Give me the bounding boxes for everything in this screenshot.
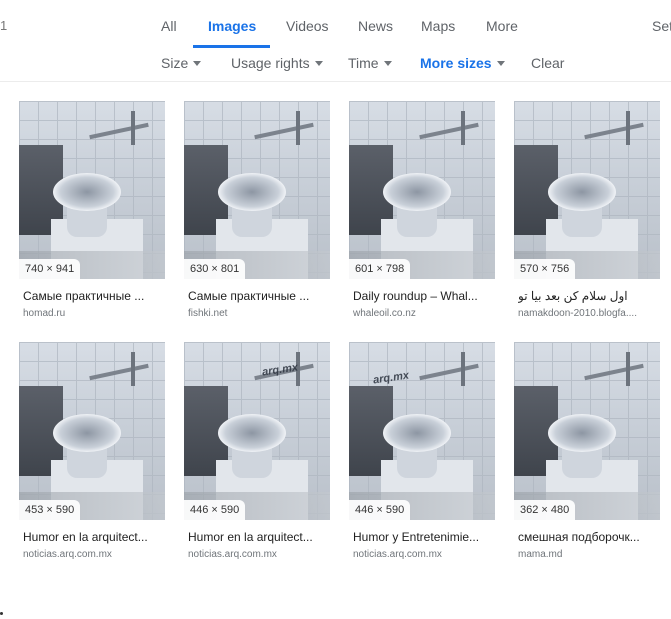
tab-more[interactable]: More bbox=[486, 18, 518, 34]
result-title[interactable]: Humor en la arquitect... bbox=[23, 530, 157, 544]
toilet-bowl bbox=[218, 414, 286, 452]
tool-size-label: Size bbox=[161, 55, 189, 71]
tool-usage-rights-label: Usage rights bbox=[231, 55, 310, 71]
result-title[interactable]: Самые практичные ... bbox=[23, 289, 157, 303]
image-thumbnail[interactable]: arq.mx 446 × 590 bbox=[349, 342, 495, 520]
tool-more-sizes-label: More sizes bbox=[420, 55, 492, 71]
image-dimensions: 446 × 590 bbox=[184, 500, 246, 520]
result-site[interactable]: homad.ru bbox=[23, 308, 157, 319]
image-dimensions: 740 × 941 bbox=[19, 259, 81, 279]
result-site[interactable]: noticias.arq.com.mx bbox=[353, 549, 487, 560]
image-thumbnail[interactable]: 740 × 941 bbox=[19, 101, 165, 279]
result-site[interactable]: noticias.arq.com.mx bbox=[188, 549, 322, 560]
settings-link[interactable]: Settings bbox=[652, 18, 671, 34]
caret-down-icon bbox=[314, 60, 323, 66]
image-dimensions: 446 × 590 bbox=[349, 500, 411, 520]
image-dimensions: 453 × 590 bbox=[19, 500, 81, 520]
image-thumbnail[interactable]: 601 × 798 bbox=[349, 101, 495, 279]
result-site[interactable]: namakdoon-2010.blogfa.... bbox=[518, 308, 652, 319]
toilet-bowl bbox=[218, 173, 286, 211]
active-tab-indicator bbox=[193, 45, 270, 48]
result-title[interactable]: Humor y Entretenimie... bbox=[353, 530, 487, 544]
toilet-bowl bbox=[548, 173, 616, 211]
toilet-bowl bbox=[53, 414, 121, 452]
tool-clear[interactable]: Clear bbox=[531, 55, 564, 71]
edge-dot bbox=[0, 612, 3, 615]
tool-usage-rights[interactable]: Usage rights bbox=[231, 55, 323, 71]
toilet-bowl bbox=[548, 414, 616, 452]
result-title[interactable]: Humor en la arquitect... bbox=[188, 530, 322, 544]
tool-size[interactable]: Size bbox=[161, 55, 202, 71]
image-thumbnail[interactable]: 453 × 590 bbox=[19, 342, 165, 520]
image-dimensions: 601 × 798 bbox=[349, 259, 411, 279]
image-dimensions: 630 × 801 bbox=[184, 259, 246, 279]
tab-videos[interactable]: Videos bbox=[286, 18, 329, 34]
pipe bbox=[461, 352, 465, 386]
result-title[interactable]: смешная подборочк... bbox=[518, 530, 652, 544]
image-thumbnail[interactable]: arq.mx 446 × 590 bbox=[184, 342, 330, 520]
tab-maps[interactable]: Maps bbox=[421, 18, 455, 34]
tool-more-sizes[interactable]: More sizes bbox=[420, 55, 505, 71]
pipe bbox=[296, 111, 300, 145]
image-thumbnail[interactable]: 570 × 756 bbox=[514, 101, 660, 279]
result-site[interactable]: noticias.arq.com.mx bbox=[23, 549, 157, 560]
result-site[interactable]: fishki.net bbox=[188, 308, 322, 319]
pipe bbox=[626, 111, 630, 145]
image-dimensions: 362 × 480 bbox=[514, 500, 576, 520]
pipe bbox=[461, 111, 465, 145]
result-title[interactable]: اول سلام کن بعد بیا تو bbox=[518, 289, 652, 303]
pipe bbox=[626, 352, 630, 386]
tool-time[interactable]: Time bbox=[348, 55, 392, 71]
image-dimensions: 570 × 756 bbox=[514, 259, 576, 279]
toilet-bowl bbox=[53, 173, 121, 211]
pipe bbox=[131, 111, 135, 145]
tab-all[interactable]: All bbox=[161, 18, 177, 34]
result-title[interactable]: Самые практичные ... bbox=[188, 289, 322, 303]
search-header: 1 Settings All Images Videos News Maps M… bbox=[0, 0, 671, 82]
result-title[interactable]: Daily roundup – Whal... bbox=[353, 289, 487, 303]
caret-down-icon bbox=[193, 60, 202, 66]
image-thumbnail[interactable]: 630 × 801 bbox=[184, 101, 330, 279]
image-thumbnail[interactable]: 362 × 480 bbox=[514, 342, 660, 520]
caret-down-icon bbox=[496, 60, 505, 66]
result-site[interactable]: mama.md bbox=[518, 549, 652, 560]
toilet-bowl bbox=[383, 173, 451, 211]
tab-images[interactable]: Images bbox=[208, 18, 256, 34]
toilet-bowl bbox=[383, 414, 451, 452]
tool-clear-label: Clear bbox=[531, 55, 565, 71]
tab-news[interactable]: News bbox=[358, 18, 393, 34]
left-edge-text: 1 bbox=[0, 18, 8, 33]
result-site[interactable]: whaleoil.co.nz bbox=[353, 308, 487, 319]
pipe bbox=[131, 352, 135, 386]
caret-down-icon bbox=[383, 60, 392, 66]
tool-time-label: Time bbox=[348, 55, 379, 71]
